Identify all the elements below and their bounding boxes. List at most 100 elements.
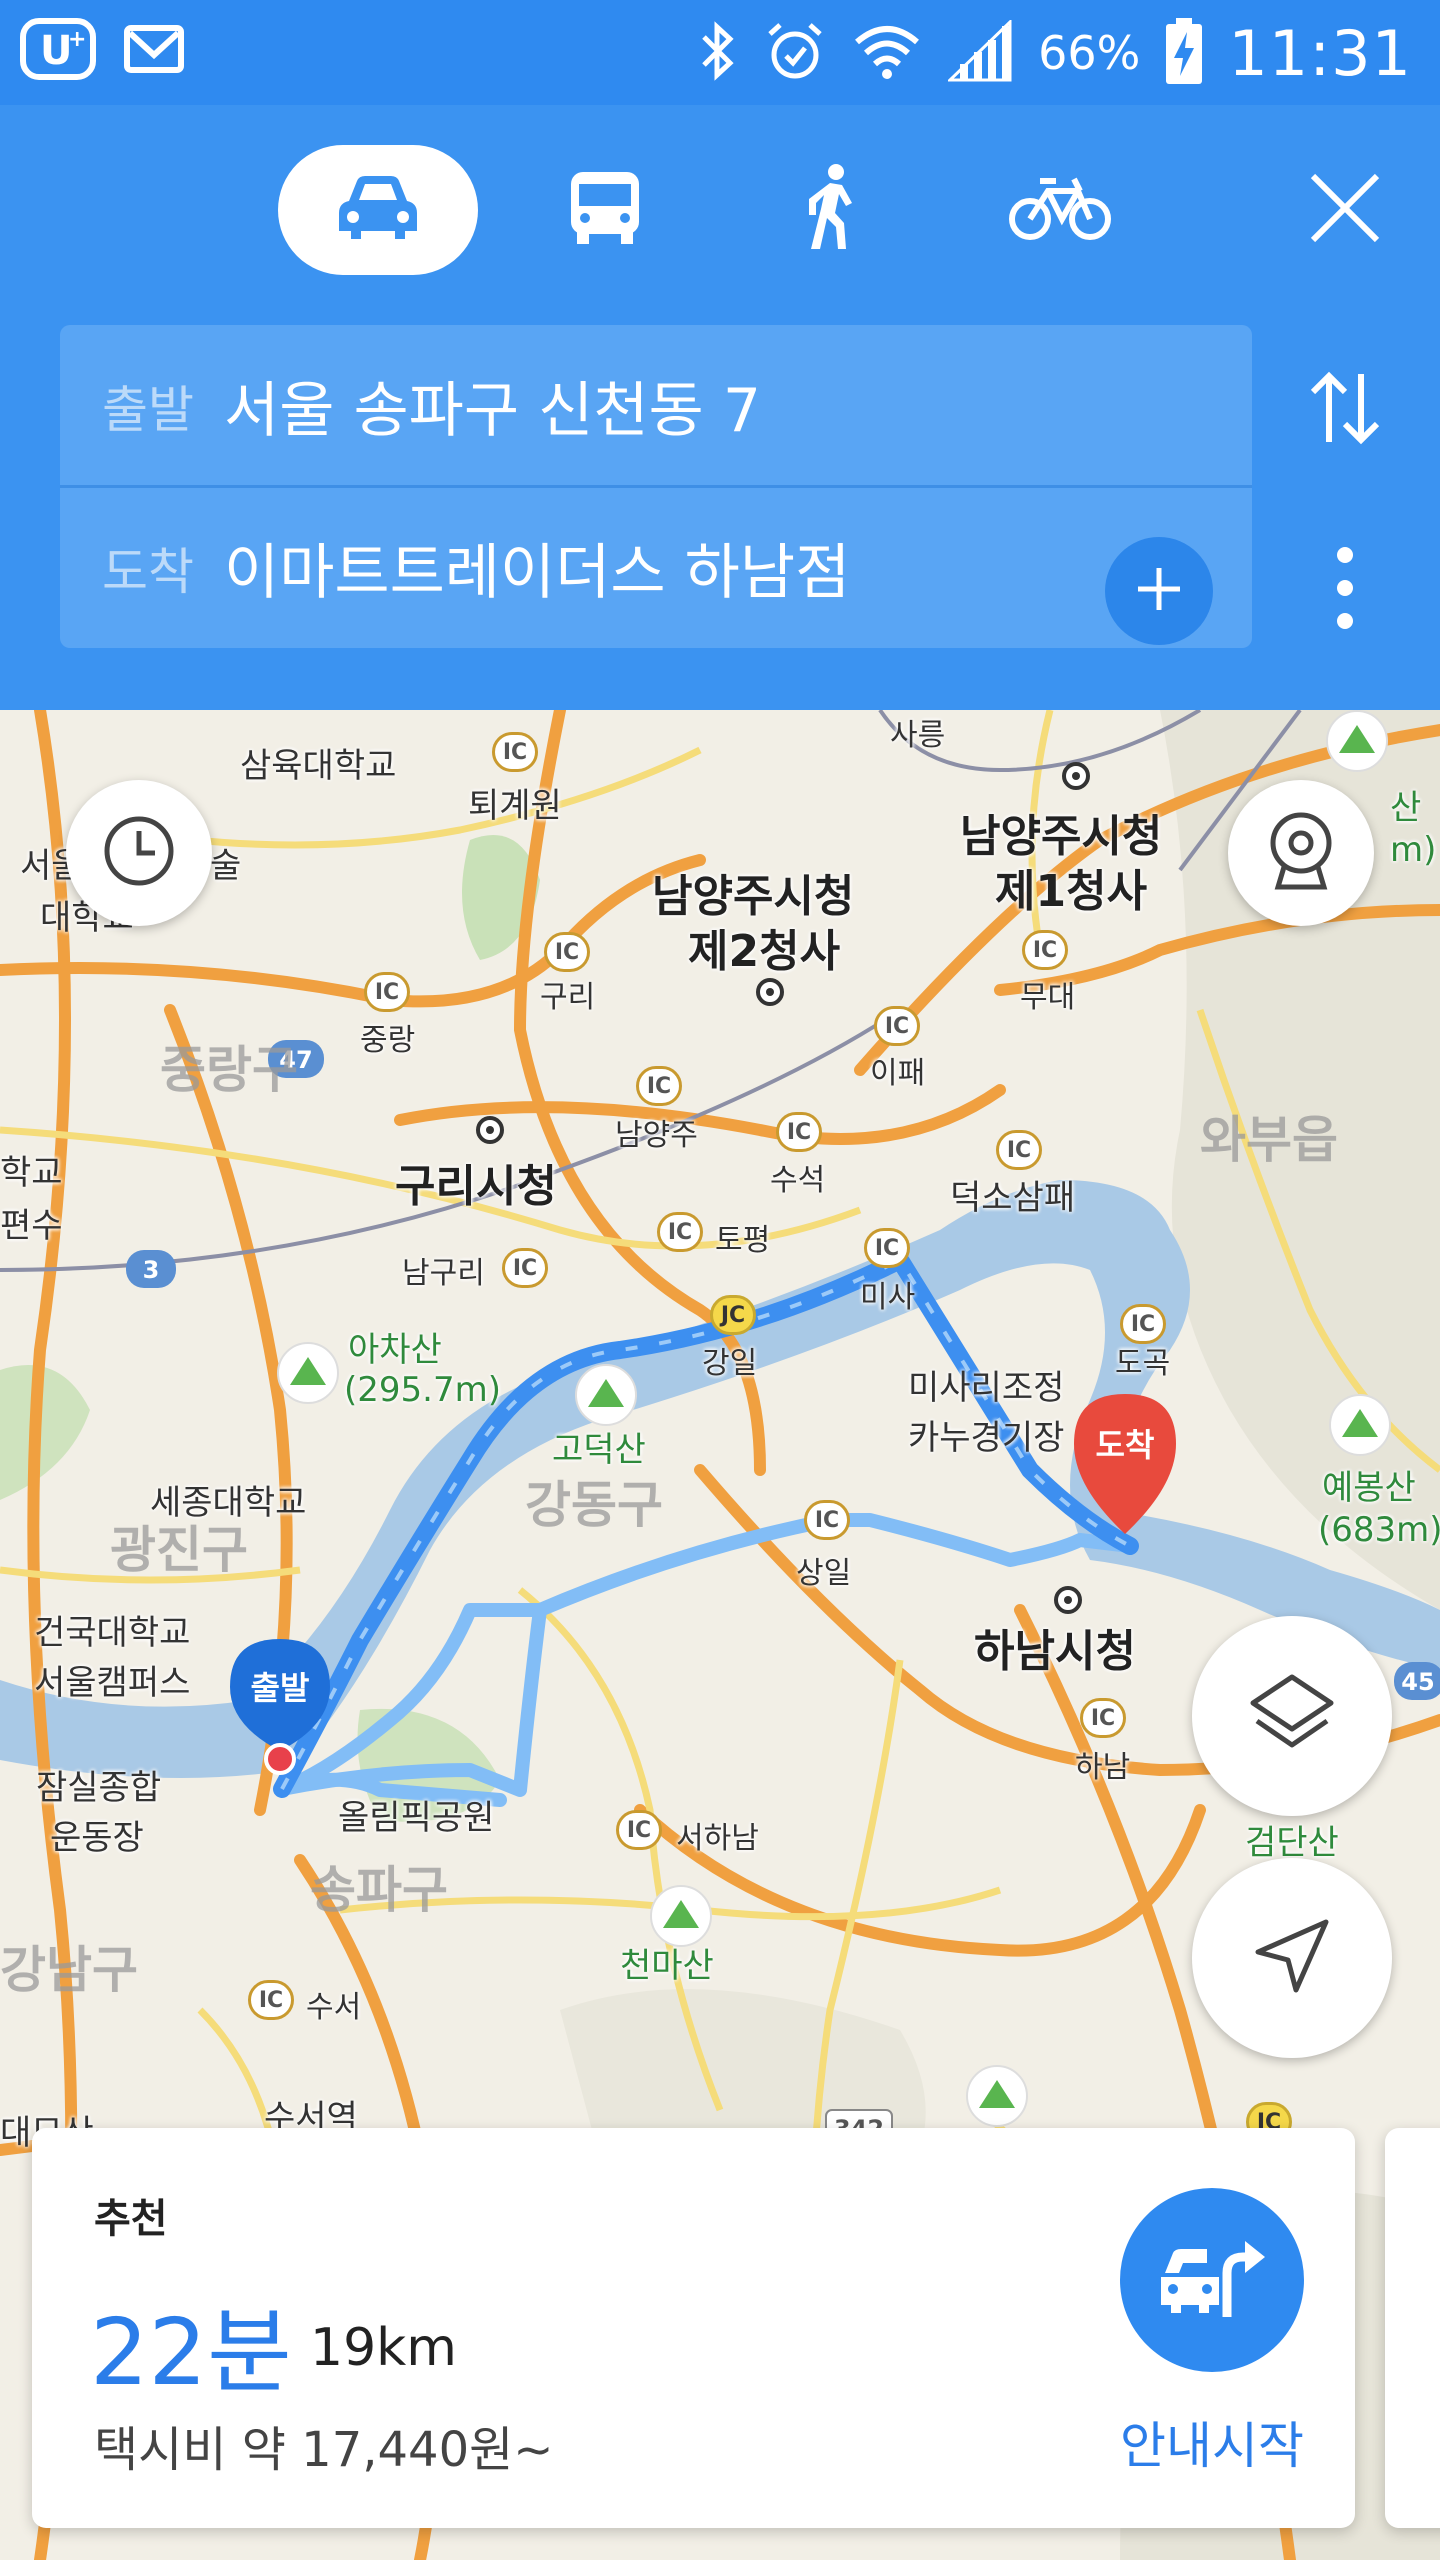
label-toegyewon: 퇴계원 <box>468 786 562 826</box>
alarm-icon <box>764 20 826 86</box>
origin-label: 출발 <box>102 380 194 439</box>
label-achasan-b: (295.7m) <box>344 1370 501 1410</box>
ic-badge: IC <box>616 1810 662 1850</box>
ic-badge: IC <box>636 1066 682 1106</box>
label-namyangju-ic: 남양주 <box>615 1118 698 1153</box>
label-ipae: 이패 <box>870 1056 926 1091</box>
battery-charging-icon <box>1166 18 1203 88</box>
ic-badge: IC <box>492 732 538 772</box>
layers-icon <box>1247 1669 1337 1763</box>
label-yebongsan-b: (683m) <box>1318 1510 1440 1550</box>
label-misa: 미사 <box>860 1280 916 1315</box>
label-misari-a: 미사리조정 <box>908 1368 1065 1408</box>
taxi-fare: 택시비 약 17,440원~ <box>94 2422 554 2478</box>
svg-text:3: 3 <box>143 1256 160 1284</box>
label-olympic: 올림픽공원 <box>338 1798 495 1838</box>
route-header: 출발 서울 송파구 신천동 7 도착 이마트트레이더스 하남점 <box>0 105 1440 710</box>
label-school-left: 학교 <box>0 1153 63 1193</box>
close-button[interactable] <box>1290 145 1400 275</box>
clock-icon <box>101 813 177 893</box>
my-location-button[interactable] <box>1192 1858 1392 2058</box>
mountain-icon <box>1339 725 1375 753</box>
label-hanam-hall: 하남시청 <box>974 1626 1136 1677</box>
route-distance: 19km <box>310 2318 457 2378</box>
label-konkuk-a: 건국대학교 <box>34 1613 191 1653</box>
bus-icon <box>567 170 643 250</box>
tab-bus[interactable] <box>505 145 705 275</box>
cctv-button[interactable] <box>1228 780 1374 926</box>
destination-field[interactable]: 도착 이마트트레이더스 하남점 <box>60 487 1252 648</box>
mountain-icon <box>290 1357 326 1385</box>
transport-mode-tabs <box>0 145 1440 280</box>
start-pin-label: 출발 <box>250 1669 310 1707</box>
ic-badge: IC <box>864 1228 910 1268</box>
label-guri-ic: 구리 <box>540 980 596 1015</box>
layers-button[interactable] <box>1192 1616 1392 1816</box>
label-sareung: 사릉 <box>890 718 946 753</box>
ic-badge: IC <box>1080 1698 1126 1738</box>
tab-walk[interactable] <box>733 145 933 275</box>
label-seohanam: 서하남 <box>676 1821 759 1856</box>
origin-field[interactable]: 출발 서울 송파구 신천동 7 <box>60 325 1252 486</box>
bluetooth-icon <box>698 21 738 85</box>
label-jamsil-a: 잠실종합 <box>36 1768 162 1808</box>
signal-icon <box>946 18 1012 86</box>
more-options-button[interactable] <box>1300 515 1390 665</box>
origin-value: 서울 송파구 신천동 7 <box>224 376 761 446</box>
history-button[interactable] <box>66 780 212 926</box>
route-tag: 추천 <box>94 2196 168 2242</box>
jc-badge: JC <box>710 1295 756 1335</box>
walk-icon <box>800 163 866 257</box>
ic-badge: IC <box>657 1212 703 1252</box>
tab-bicycle[interactable] <box>960 145 1160 275</box>
start-pin[interactable]: 출발 <box>226 1635 334 1775</box>
swap-route-button[interactable] <box>1290 345 1400 475</box>
clock: 11:31 <box>1228 16 1412 90</box>
label-top-right-b: m) <box>1390 830 1437 870</box>
route-summary-card[interactable]: 추천 22분 19km 택시비 약 17,440원~ 안내시작 <box>32 2128 1355 2528</box>
ic-badge: IC <box>804 1500 850 1540</box>
label-deokso: 덕소삼패 <box>950 1178 1076 1218</box>
label-top-right-a: 산 <box>1390 788 1422 828</box>
swap-arrows-icon <box>1305 368 1385 452</box>
battery-percent: 66% <box>1038 26 1141 80</box>
label-topyeong: 토평 <box>715 1223 771 1258</box>
label-sejong: 세종대학교 <box>150 1483 307 1523</box>
end-pin-label: 도착 <box>1095 1426 1155 1464</box>
more-vertical-icon <box>1335 545 1355 635</box>
destination-value: 이마트트레이더스 하남점 <box>224 538 851 608</box>
label-geomdansan: 검단산 <box>1245 1823 1339 1863</box>
ic-badge: IC <box>544 932 590 972</box>
mountain-icon <box>1342 1409 1378 1437</box>
ic-badge: IC <box>248 1980 294 2020</box>
start-navigation-button[interactable] <box>1120 2188 1304 2372</box>
label-samyuk: 삼육대학교 <box>240 746 397 786</box>
car-icon <box>335 173 421 247</box>
add-waypoint-button[interactable] <box>1105 537 1213 645</box>
label-cheonmasan: 천마산 <box>620 1946 714 1986</box>
label-namguri: 남구리 <box>402 1256 485 1291</box>
svg-text:+: + <box>68 27 86 52</box>
label-namyangju-hall1b: 제1청사 <box>995 866 1148 917</box>
cctv-icon <box>1266 811 1336 895</box>
ic-badge: IC <box>874 1006 920 1046</box>
label-dogok: 도곡 <box>1115 1346 1171 1381</box>
mountain-icon <box>979 2080 1015 2108</box>
end-pin[interactable]: 도착 <box>1070 1390 1180 1540</box>
tab-car[interactable] <box>278 145 478 275</box>
start-navigation-label: 안내시작 <box>1120 2417 1304 2475</box>
label-guri-hall: 구리시청 <box>395 1161 557 1212</box>
navigation-arrow-icon <box>1252 1916 1332 2000</box>
next-route-card[interactable] <box>1385 2128 1440 2528</box>
label-namyangju-hall2b: 제2청사 <box>688 926 841 977</box>
label-misari-b: 카누경기장 <box>908 1418 1065 1458</box>
label-godeoksan: 고덕산 <box>552 1430 646 1470</box>
ic-badge: IC <box>1022 930 1068 970</box>
label-sangil: 상일 <box>796 1556 852 1591</box>
route-input-box: 출발 서울 송파구 신천동 7 도착 이마트트레이더스 하남점 <box>60 325 1252 648</box>
label-gangil: 강일 <box>702 1346 758 1381</box>
label-achasan-a: 아차산 <box>348 1330 442 1370</box>
svg-text:45: 45 <box>1401 1668 1434 1696</box>
wifi-icon <box>852 20 922 86</box>
plus-icon <box>1134 564 1184 618</box>
